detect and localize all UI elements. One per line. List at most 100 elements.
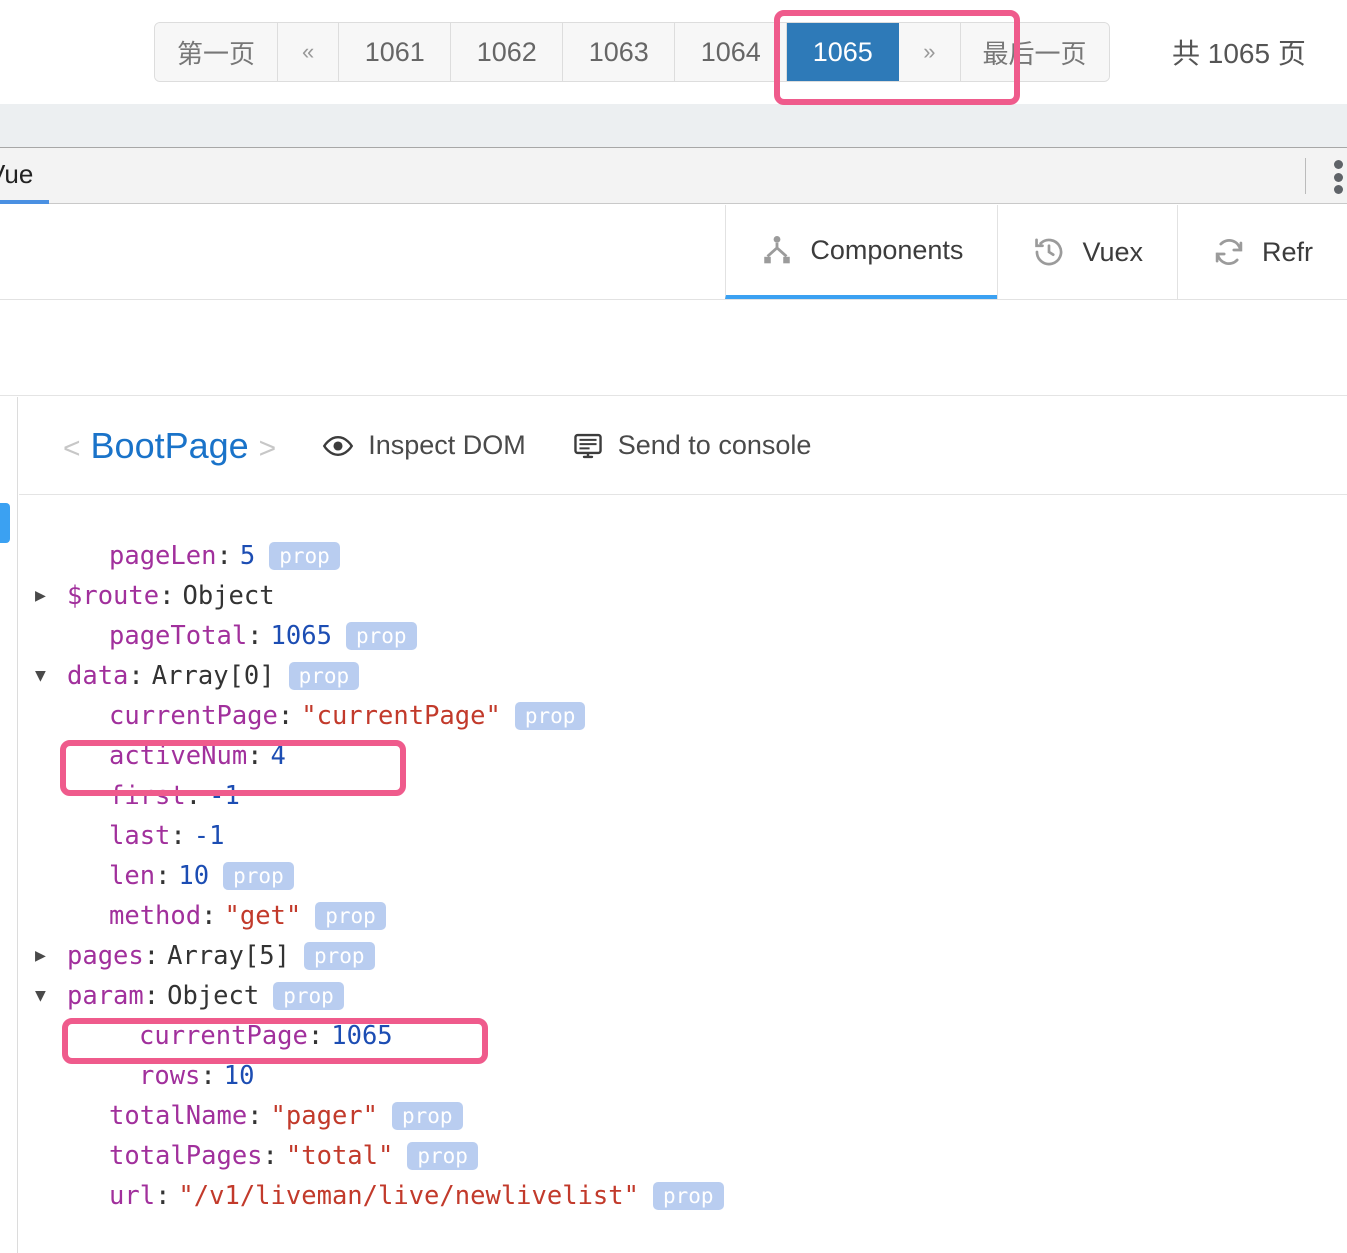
property-key: first bbox=[109, 781, 186, 811]
toolbar-divider bbox=[1305, 158, 1306, 194]
component-name-label: BootPage bbox=[90, 424, 249, 466]
devtools-tab-vue[interactable]: Vue bbox=[0, 148, 50, 204]
tab-components-label: Components bbox=[810, 234, 964, 265]
property-value: -1 bbox=[209, 781, 240, 811]
property-row-data[interactable]: ▼ data: Array[0] prop bbox=[19, 656, 1347, 696]
property-key: currentPage bbox=[139, 1021, 308, 1051]
prop-badge: prop bbox=[269, 542, 340, 570]
tab-refresh[interactable]: Refr bbox=[1176, 205, 1347, 299]
property-row-pageLen[interactable]: pageLen:5 prop bbox=[19, 536, 1347, 576]
property-colon: : bbox=[159, 581, 175, 611]
property-key: totalPages bbox=[109, 1141, 263, 1171]
property-key: pageTotal bbox=[109, 621, 248, 651]
prop-badge: prop bbox=[392, 1102, 463, 1130]
property-row-param[interactable]: ▼ param: Object prop bbox=[19, 976, 1347, 1016]
console-icon bbox=[572, 430, 604, 462]
component-inspector: < BootPage > Inspect DOM Send to console… bbox=[0, 397, 1347, 1253]
pagination-page-1062[interactable]: 1062 bbox=[451, 23, 564, 81]
property-row-url[interactable]: url: "/v1/liveman/live/newlivelist" prop bbox=[19, 1176, 1347, 1216]
property-row-pages[interactable]: ▶ pages: Array[5] prop bbox=[19, 936, 1347, 976]
property-colon: : bbox=[143, 981, 160, 1011]
pagination-page-1063[interactable]: 1063 bbox=[563, 23, 676, 81]
tab-vuex-label: Vuex bbox=[1082, 236, 1143, 267]
property-value: 10 bbox=[178, 861, 210, 891]
inspect-dom-button[interactable]: Inspect DOM bbox=[322, 430, 526, 462]
tab-vuex[interactable]: Vuex bbox=[997, 205, 1177, 299]
page-content: 第一页 « 1061 1062 1063 1064 1065 » 最后一页 共 … bbox=[0, 0, 1347, 104]
property-key: currentPage bbox=[109, 701, 278, 731]
property-value: 1065 bbox=[270, 621, 332, 651]
property-value: 10 bbox=[223, 1061, 255, 1091]
property-key: len bbox=[109, 861, 156, 891]
property-key: param bbox=[67, 981, 144, 1011]
property-value: "pager" bbox=[270, 1101, 378, 1131]
property-list: pageLen:5 prop ▶ $route: Object pageTotal:106… bbox=[19, 496, 1347, 1253]
property-row-len[interactable]: len:10 prop bbox=[19, 856, 1347, 896]
property-value: Array[5] bbox=[167, 941, 290, 971]
property-value: "currentPage" bbox=[301, 701, 501, 731]
property-key: url bbox=[109, 1181, 156, 1211]
property-row-activeNum[interactable]: activeNum:4 bbox=[19, 736, 1347, 776]
property-key: data bbox=[67, 661, 129, 691]
property-value: Array[0] bbox=[151, 661, 275, 691]
prop-badge: prop bbox=[288, 662, 360, 690]
property-colon: : bbox=[201, 901, 217, 931]
chevron-down-icon[interactable]: ▼ bbox=[35, 976, 61, 1016]
property-row-method[interactable]: method: "get" prop bbox=[19, 896, 1347, 936]
property-row-$route[interactable]: ▶ $route: Object bbox=[19, 576, 1347, 616]
prop-badge: prop bbox=[223, 862, 294, 890]
pagination-total-label: 共 1065 页 bbox=[1172, 38, 1306, 69]
property-value: Object bbox=[182, 581, 275, 611]
property-colon: : bbox=[170, 821, 186, 851]
property-row-last[interactable]: last: -1 bbox=[19, 816, 1347, 856]
components-icon bbox=[760, 233, 794, 267]
prop-badge: prop bbox=[273, 982, 344, 1010]
property-key: totalName bbox=[109, 1101, 248, 1131]
chevron-down-icon[interactable]: ▼ bbox=[35, 656, 61, 696]
property-colon: : bbox=[143, 941, 160, 971]
send-to-console-label: Send to console bbox=[617, 430, 812, 460]
devtools-tabbar: Vue bbox=[0, 148, 1347, 204]
property-key: method bbox=[109, 901, 202, 931]
pagination-prev-button[interactable]: « bbox=[278, 23, 340, 81]
property-key: $route bbox=[67, 581, 160, 611]
close-angle-bracket: > bbox=[258, 431, 277, 465]
property-row-totalName[interactable]: totalName: "pager" prop bbox=[19, 1096, 1347, 1136]
component-tree-rail[interactable] bbox=[0, 397, 18, 1253]
prop-badge: prop bbox=[407, 1142, 478, 1170]
send-to-console-button[interactable]: Send to console bbox=[572, 430, 812, 462]
chevron-right-icon[interactable]: ▶ bbox=[35, 936, 61, 976]
property-row-currentPage[interactable]: currentPage:1065 bbox=[19, 1016, 1347, 1056]
property-row-pageTotal[interactable]: pageTotal:1065 prop bbox=[19, 616, 1347, 656]
prop-badge: prop bbox=[514, 702, 586, 730]
property-colon: : bbox=[247, 1101, 263, 1131]
property-value: "get" bbox=[224, 901, 302, 931]
property-colon: : bbox=[185, 781, 202, 811]
property-colon: : bbox=[216, 541, 232, 571]
browser-chrome-band bbox=[0, 104, 1347, 148]
screen: 第一页 « 1061 1062 1063 1064 1065 » 最后一页 共 … bbox=[0, 0, 1347, 1253]
pagination-page-1061[interactable]: 1061 bbox=[339, 23, 452, 81]
property-value: 5 bbox=[239, 541, 256, 571]
pagination-page-1065-active[interactable]: 1065 bbox=[787, 23, 900, 81]
pagination-page-1064[interactable]: 1064 bbox=[675, 23, 788, 81]
prop-badge: prop bbox=[345, 622, 417, 650]
inspector-header: < BootPage > Inspect DOM Send to console bbox=[19, 397, 1347, 495]
property-row-first[interactable]: first: -1 bbox=[19, 776, 1347, 816]
selected-tree-node[interactable] bbox=[0, 503, 10, 543]
property-colon: : bbox=[155, 861, 171, 891]
pagination-last-button[interactable]: 最后一页 bbox=[960, 23, 1109, 81]
prop-badge: prop bbox=[653, 1182, 724, 1210]
property-row-totalPages[interactable]: totalPages: "total" prop bbox=[19, 1136, 1347, 1176]
property-colon: : bbox=[247, 621, 263, 651]
property-value: 1065 bbox=[331, 1021, 393, 1051]
more-options-icon[interactable] bbox=[1334, 160, 1344, 194]
property-row-currentPage[interactable]: currentPage: "currentPage" prop bbox=[19, 696, 1347, 736]
pagination-next-button[interactable]: » bbox=[899, 23, 961, 81]
property-key: last bbox=[109, 821, 171, 851]
property-row-rows[interactable]: rows:10 bbox=[19, 1056, 1347, 1096]
chevron-right-icon[interactable]: ▶ bbox=[35, 576, 61, 616]
property-key: rows bbox=[139, 1061, 201, 1091]
pagination-first-button[interactable]: 第一页 bbox=[155, 23, 279, 81]
tab-components[interactable]: Components bbox=[725, 205, 998, 299]
